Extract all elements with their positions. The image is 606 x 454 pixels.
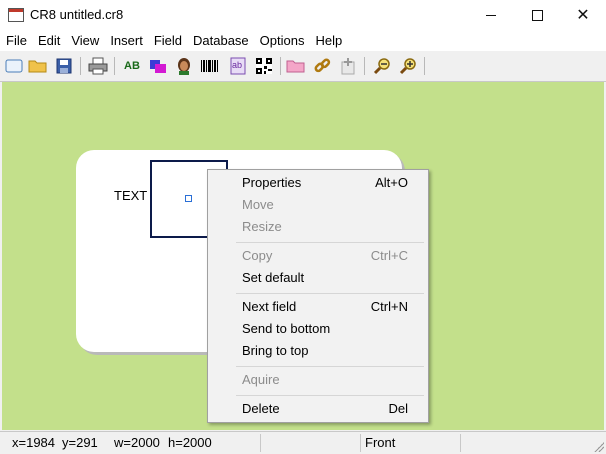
status-x: x=1984 [12,435,56,450]
minimize-button[interactable] [468,0,514,30]
menu-separator [236,293,424,294]
menu-separator [236,366,424,367]
new-icon[interactable] [4,56,24,76]
title-bar: CR8 untitled.cr8 ✕ [0,0,606,30]
shape-icon[interactable] [148,56,168,76]
menu-database[interactable]: Database [187,30,254,51]
zoom-out-icon[interactable] [372,56,392,76]
toolbar-separator [280,57,281,75]
folder-pink-icon[interactable] [286,56,306,76]
status-divider [360,434,361,452]
maximize-button[interactable] [514,0,560,30]
menu-separator [236,242,424,243]
menu-insert[interactable]: Insert [104,30,148,51]
status-divider [260,434,261,452]
menu-item-bring-to-top[interactable]: Bring to top [208,340,428,362]
menu-edit[interactable]: Edit [32,30,65,51]
menu-item-delete[interactable]: Delete Del [208,398,428,420]
menu-item-properties[interactable]: Properties Alt+O [208,172,428,194]
photo-icon[interactable] [174,56,194,76]
menu-item-copy: Copy Ctrl+C [242,248,408,263]
window-title: CR8 untitled.cr8 [30,7,124,22]
menu-item-send-to-bottom[interactable]: Send to bottom [208,318,428,340]
menu-separator [236,395,424,396]
text-field[interactable]: TEXT [114,188,147,203]
menu-file[interactable]: File [0,30,32,51]
qr-code-icon[interactable] [254,56,274,76]
print-icon[interactable] [88,56,108,76]
status-bar: x=1984 y=291 w=2000 h=2000 Front [0,431,606,454]
close-icon: ✕ [576,7,590,24]
app-icon [8,8,24,22]
close-button[interactable]: ✕ [560,0,606,30]
menu-bar: File Edit View Insert Field Database Opt… [0,30,606,51]
menu-options[interactable]: Options [254,30,310,51]
abc-label: ab [232,60,243,70]
menu-item-next-field[interactable]: Next field Ctrl+N [208,296,428,318]
toolbar-separator [364,57,365,75]
status-height: h=2000 [168,435,212,450]
menu-item-aquire: Aquire [242,372,280,387]
open-folder-icon[interactable] [28,56,48,76]
save-icon[interactable] [54,56,74,76]
maximize-icon [531,9,543,21]
zoom-in-icon[interactable] [398,56,418,76]
menu-item-move: Move [242,197,274,212]
minimize-icon [486,14,496,16]
menu-item-resize: Resize [242,219,282,234]
barcode-icon[interactable] [200,56,220,76]
menu-field[interactable]: Field [148,30,187,51]
abc-icon[interactable]: ab [228,56,248,76]
menu-item-set-default[interactable]: Set default [208,267,428,289]
context-menu: Properties Alt+O Move Resize Copy Ctrl+C… [207,169,429,423]
menu-help[interactable]: Help [309,30,347,51]
status-divider [460,434,461,452]
status-mode: Front [365,435,396,450]
resize-grip-icon[interactable] [594,442,604,452]
status-width: w=2000 [114,435,160,450]
toolbar-separator [80,57,81,75]
status-y: y=291 [62,435,98,450]
toolbar-separator [114,57,115,75]
menu-view[interactable]: View [65,30,104,51]
toolbar: AB ab [0,51,606,82]
resize-handle[interactable] [185,195,192,202]
link-icon[interactable] [312,56,332,76]
text-field-icon[interactable]: AB [122,56,142,76]
add-field-icon[interactable] [338,56,358,76]
toolbar-separator [424,57,425,75]
